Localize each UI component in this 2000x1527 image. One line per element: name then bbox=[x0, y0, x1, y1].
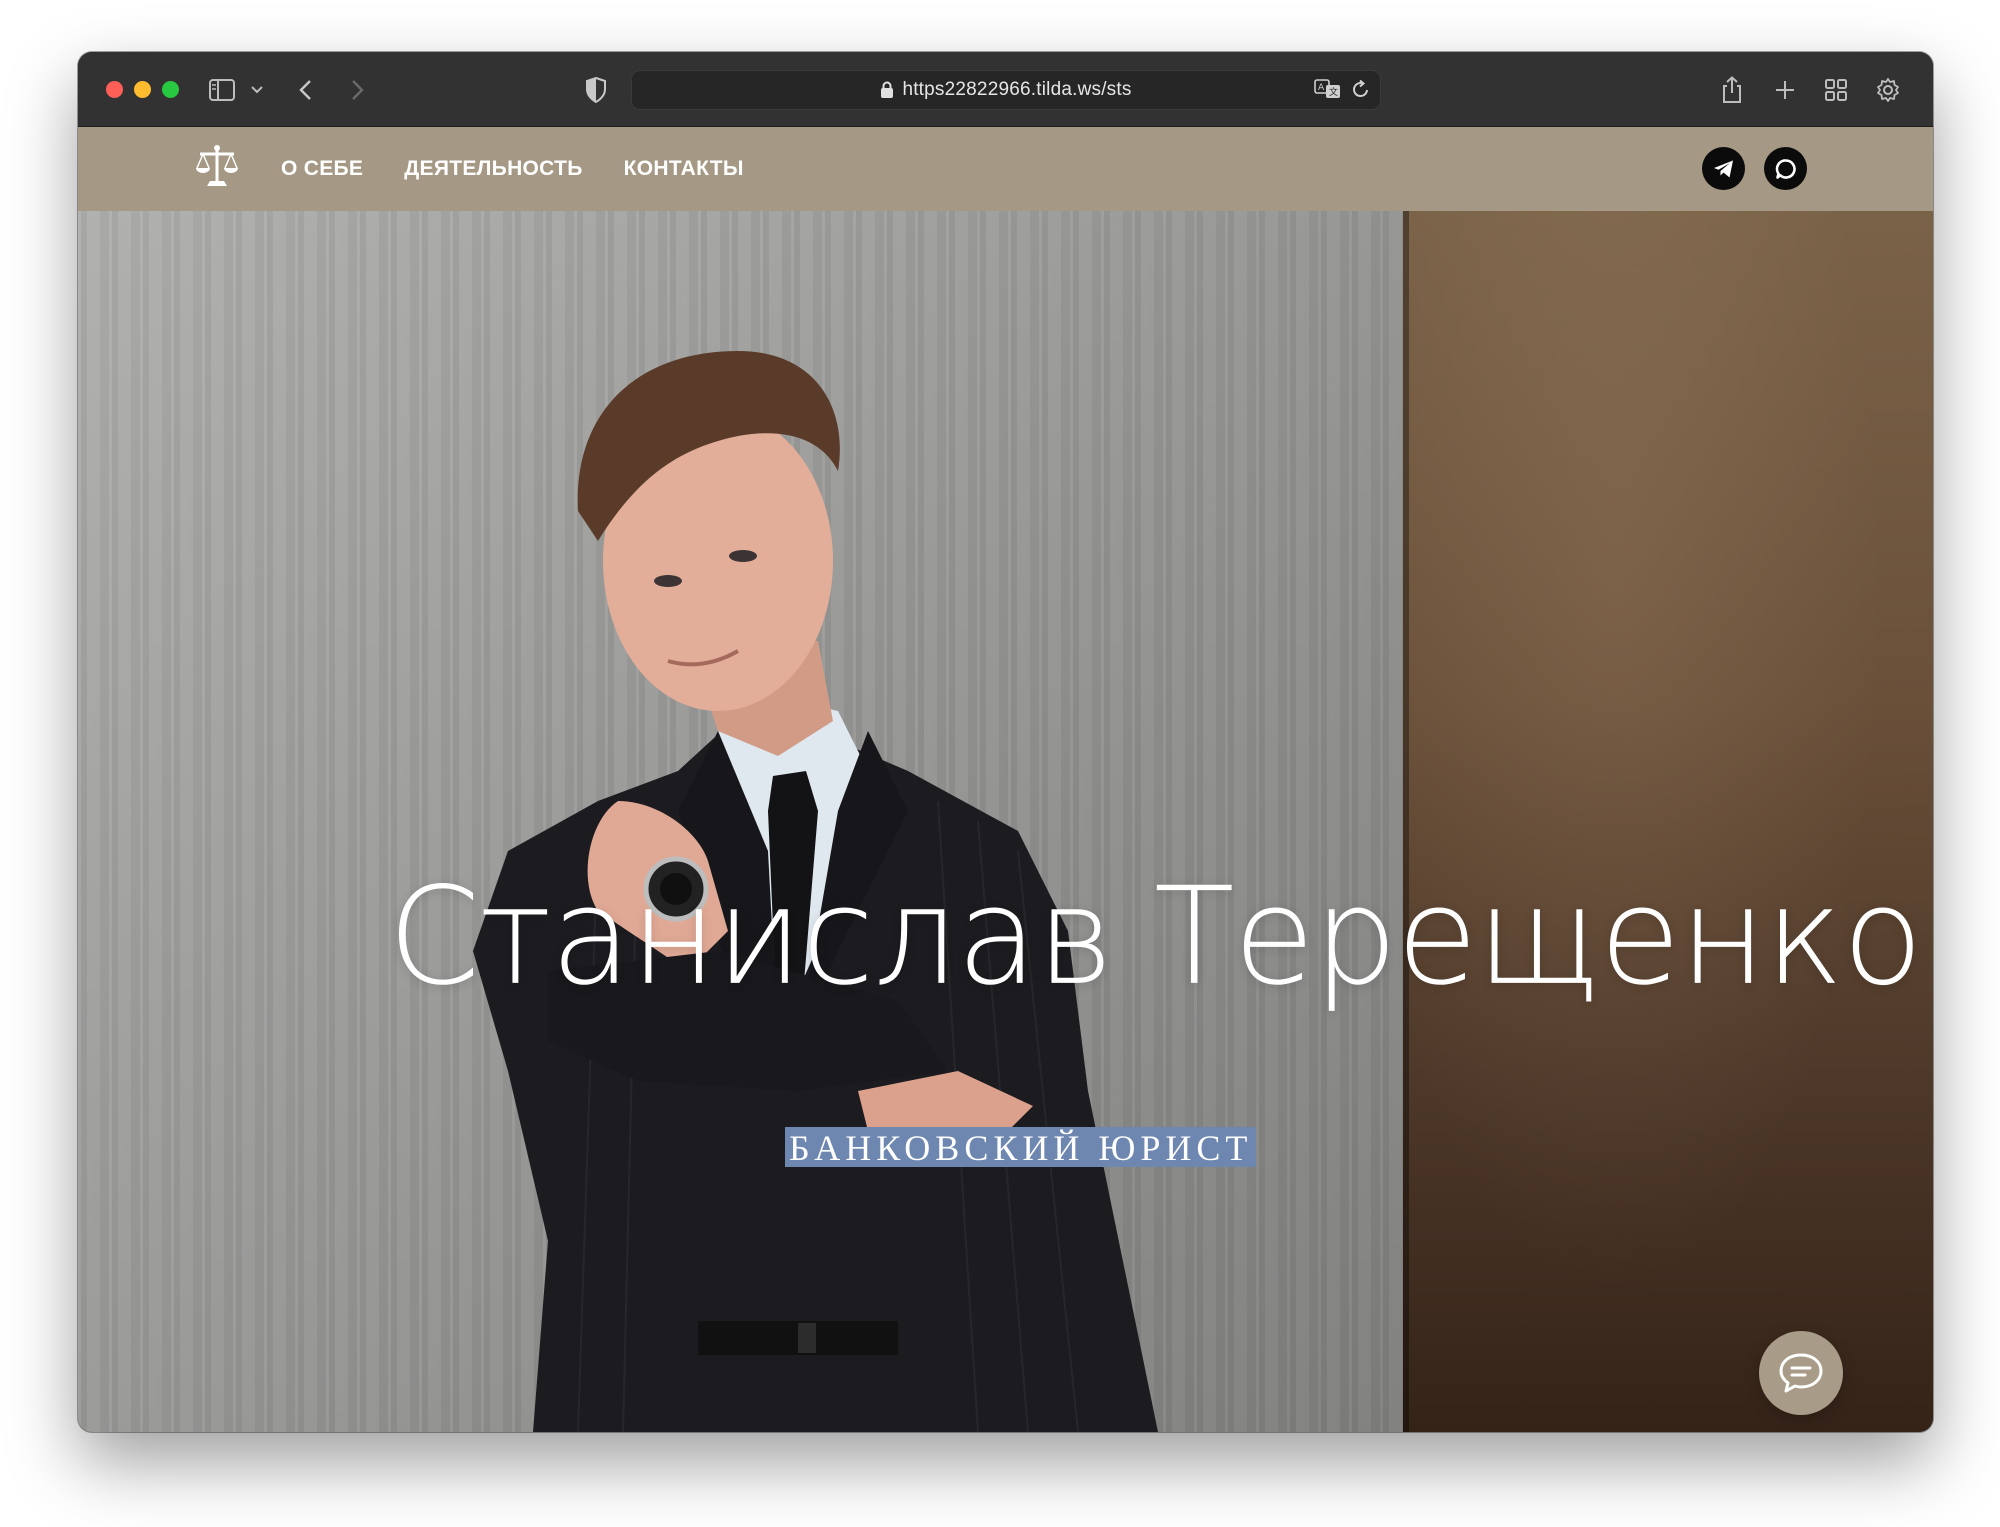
hero-section: Станислав Терещенко БАНКОВСКИЙ ЮРИСТ bbox=[78, 211, 1933, 1432]
close-window-button[interactable] bbox=[106, 81, 123, 98]
browser-window: https22822966.tilda.ws/sts A文 О СЕБЕ ДЕЯ… bbox=[78, 52, 1933, 1432]
reload-icon[interactable] bbox=[1352, 79, 1370, 104]
hero-subtitle: БАНКОВСКИЙ ЮРИСТ bbox=[785, 1127, 1257, 1167]
chat-widget-button[interactable] bbox=[1759, 1331, 1843, 1415]
new-tab-icon[interactable] bbox=[1771, 72, 1799, 108]
browser-toolbar: https22822966.tilda.ws/sts A文 bbox=[78, 52, 1933, 127]
sidebar-icon[interactable] bbox=[206, 72, 238, 108]
back-icon[interactable] bbox=[293, 72, 317, 108]
hero-title: Станислав Терещенко bbox=[388, 858, 1923, 1016]
scales-of-justice-icon[interactable] bbox=[194, 143, 240, 189]
whatsapp-icon[interactable] bbox=[1764, 147, 1807, 190]
minimize-window-button[interactable] bbox=[134, 81, 151, 98]
svg-text:文: 文 bbox=[1329, 86, 1338, 98]
telegram-icon[interactable] bbox=[1702, 147, 1745, 190]
svg-text:A: A bbox=[1318, 83, 1325, 93]
chat-bubble-icon bbox=[1779, 1353, 1823, 1393]
settings-icon[interactable] bbox=[1874, 72, 1902, 108]
zoom-window-button[interactable] bbox=[162, 81, 179, 98]
chevron-down-icon[interactable] bbox=[248, 72, 266, 108]
forward-icon[interactable] bbox=[346, 72, 370, 108]
lock-icon bbox=[880, 81, 894, 99]
privacy-shield-icon[interactable] bbox=[583, 72, 609, 108]
nav-item-about[interactable]: О СЕБЕ bbox=[281, 157, 363, 181]
address-bar[interactable]: https22822966.tilda.ws/sts A文 bbox=[631, 70, 1381, 110]
hero-portrait bbox=[473, 351, 1158, 1432]
nav-item-activity[interactable]: ДЕЯТЕЛЬНОСТЬ bbox=[404, 157, 582, 181]
address-url: https22822966.tilda.ws/sts bbox=[902, 79, 1132, 100]
site-header: О СЕБЕ ДЕЯТЕЛЬНОСТЬ КОНТАКТЫ bbox=[78, 127, 1933, 211]
nav-item-contacts[interactable]: КОНТАКТЫ bbox=[624, 157, 744, 181]
share-icon[interactable] bbox=[1718, 72, 1746, 108]
tab-overview-icon[interactable] bbox=[1822, 72, 1850, 108]
translate-icon[interactable]: A文 bbox=[1314, 78, 1342, 105]
main-nav: О СЕБЕ ДЕЯТЕЛЬНОСТЬ КОНТАКТЫ bbox=[281, 127, 744, 211]
hero-subtitle-wrap: БАНКОВСКИЙ ЮРИСТ bbox=[785, 1127, 1257, 1167]
